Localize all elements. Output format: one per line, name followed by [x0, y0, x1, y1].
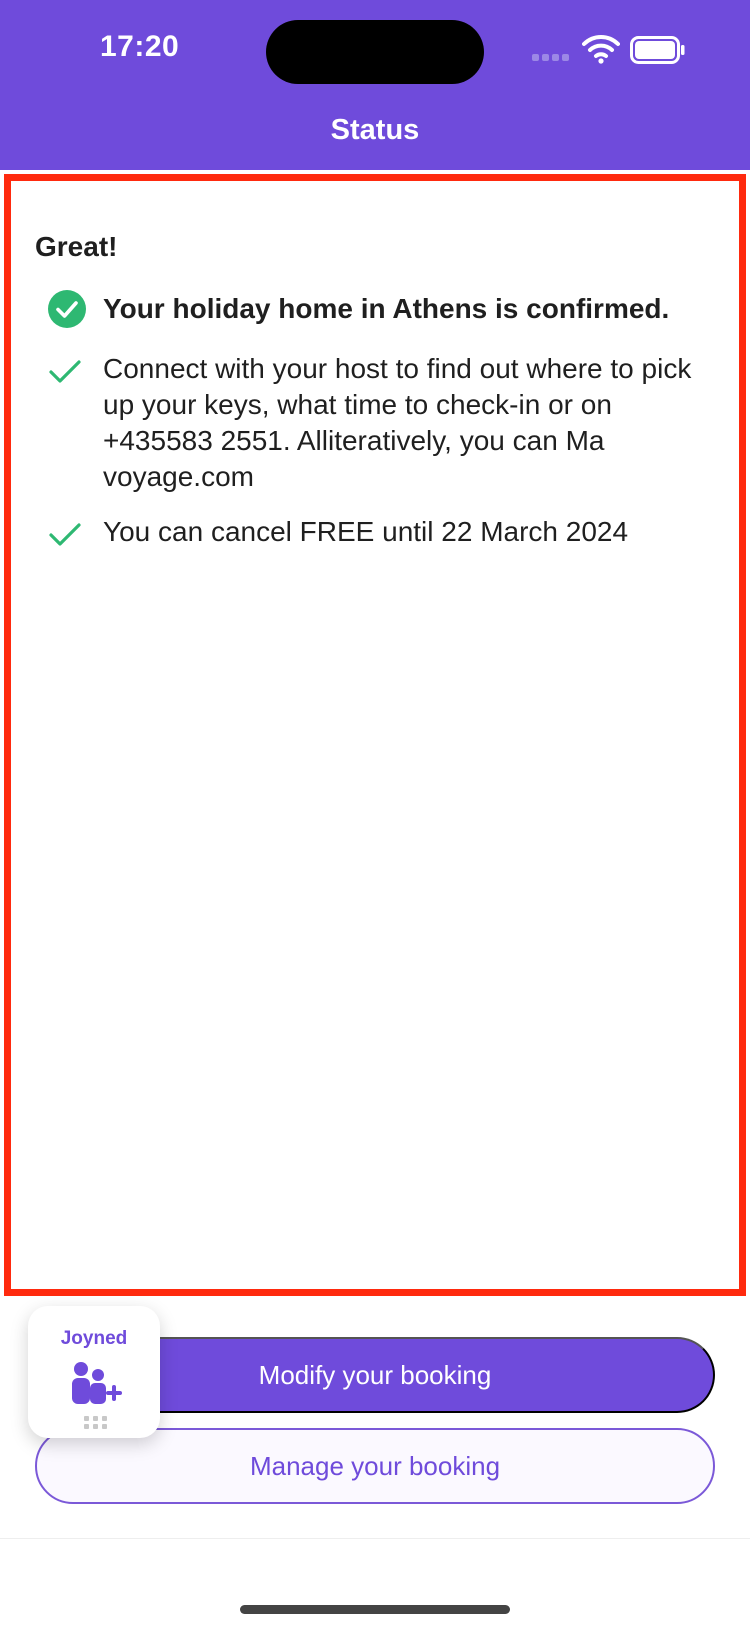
- home-indicator[interactable]: [240, 1605, 510, 1614]
- check-icon: [49, 360, 81, 383]
- group-add-icon: [72, 1362, 122, 1404]
- battery-icon: [630, 36, 685, 64]
- drag-handle-icon[interactable]: [84, 1416, 108, 1430]
- check-circle-icon: [48, 290, 86, 328]
- status-content: Great! Your holiday home in Athens is co…: [4, 174, 746, 1296]
- list-item-text: Connect with your host to find out where…: [103, 353, 692, 492]
- manage-booking-button[interactable]: Manage your booking: [35, 1428, 715, 1504]
- divider: [0, 1538, 750, 1539]
- check-icon: [49, 523, 81, 546]
- joyned-widget[interactable]: Joyned: [28, 1306, 160, 1438]
- joyned-logo: Joyned: [60, 1328, 128, 1349]
- list-item-text: Your holiday home in Athens is confirmed…: [103, 293, 670, 324]
- list-item-text: You can cancel FREE until 22 March 2024: [103, 516, 629, 547]
- wifi-icon: [582, 34, 620, 64]
- greeting-heading: Great!: [35, 231, 118, 262]
- signal-icon: [532, 52, 572, 62]
- dynamic-island: [266, 20, 484, 84]
- status-screen: 17:20 Status Great! Your holiday home in…: [0, 0, 750, 1626]
- header: 17:20 Status: [0, 0, 750, 170]
- status-bar-time: 17:20: [100, 30, 180, 63]
- page-title: Status: [330, 114, 420, 146]
